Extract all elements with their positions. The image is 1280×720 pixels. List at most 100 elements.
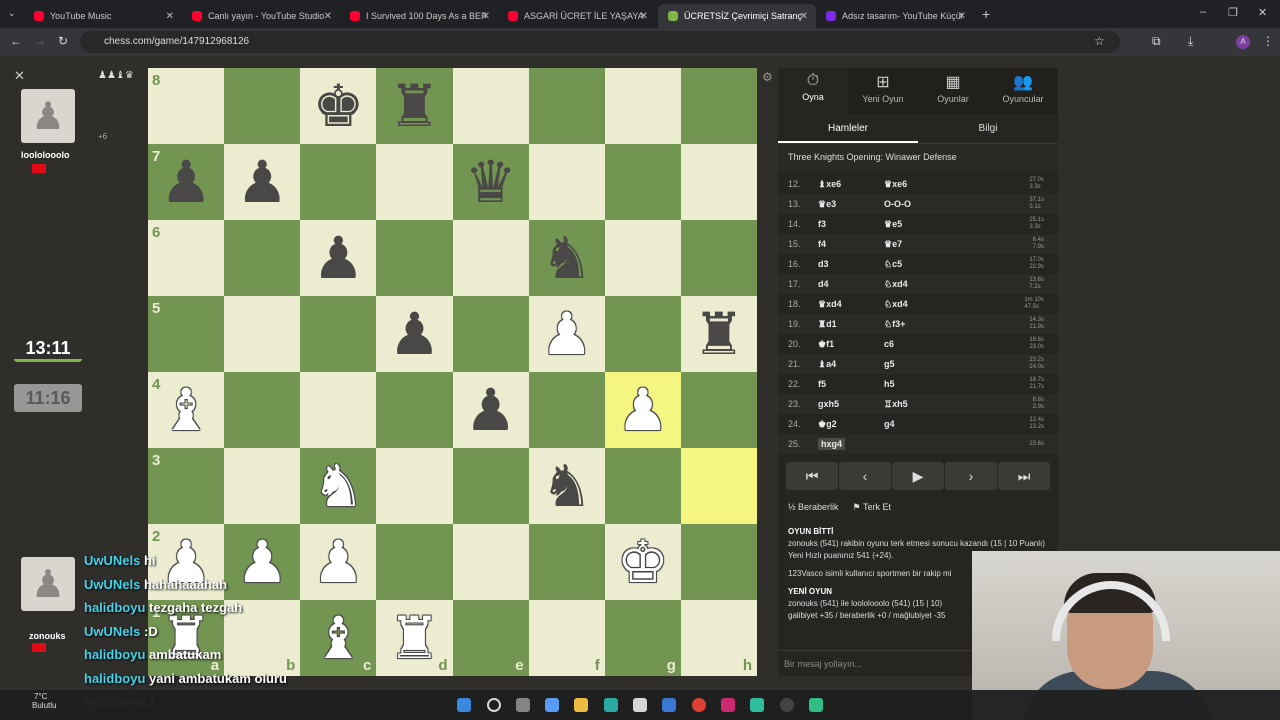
browser-tab[interactable]: YouTube Music ✕ bbox=[24, 4, 182, 28]
square-e1[interactable]: e bbox=[452, 600, 529, 676]
square-g5[interactable] bbox=[604, 296, 681, 372]
panel-tab[interactable]: 👥 Oyuncular bbox=[988, 68, 1058, 114]
square-c3[interactable]: ♞ bbox=[300, 448, 377, 524]
back-icon[interactable]: ← bbox=[10, 34, 22, 48]
square-b8[interactable] bbox=[224, 68, 301, 144]
square-d2[interactable] bbox=[376, 524, 453, 600]
white-move[interactable]: ♚g2 bbox=[818, 419, 884, 430]
square-f5[interactable]: ♟ bbox=[528, 296, 605, 372]
square-b7[interactable]: ♟ bbox=[224, 144, 301, 220]
browser-tab[interactable]: ÜCRETSİZ Çevrimiçi Satranç Oy ✕ bbox=[658, 4, 816, 28]
tab-moves[interactable]: Hamleler bbox=[778, 114, 918, 143]
instagram-icon[interactable] bbox=[721, 698, 735, 712]
tab-info[interactable]: Bilgi bbox=[918, 114, 1058, 143]
white-move[interactable]: d4 bbox=[818, 279, 884, 289]
black-move[interactable]: c6 bbox=[884, 339, 1004, 349]
square-a3[interactable]: 3 bbox=[148, 448, 225, 524]
white-pawn-icon[interactable]: ♟ bbox=[541, 305, 593, 363]
black-knight-icon[interactable]: ♞ bbox=[541, 457, 593, 515]
square-f8[interactable] bbox=[528, 68, 605, 144]
weather-widget[interactable]: 7°C Bulutlu bbox=[10, 692, 56, 710]
square-a4[interactable]: 4 ♝ bbox=[148, 372, 225, 448]
bottom-player-name[interactable]: zonouks bbox=[29, 631, 66, 641]
square-f6[interactable]: ♞ bbox=[528, 220, 605, 296]
close-tab-icon[interactable]: ✕ bbox=[800, 11, 808, 22]
white-knight-icon[interactable]: ♞ bbox=[312, 457, 364, 515]
resign-button[interactable]: ⚑ Terk Et bbox=[853, 502, 891, 513]
square-g4[interactable]: ♟ bbox=[604, 372, 681, 448]
square-g3[interactable] bbox=[604, 448, 681, 524]
maximize-icon[interactable]: ❐ bbox=[1228, 6, 1238, 19]
app-icon[interactable] bbox=[809, 698, 823, 712]
black-move[interactable]: ♖xh5 bbox=[884, 399, 1004, 410]
top-player-avatar[interactable]: ♟ bbox=[21, 89, 75, 143]
black-pawn-icon[interactable]: ♟ bbox=[312, 229, 364, 287]
forward-icon[interactable]: → bbox=[34, 34, 46, 48]
square-a8[interactable]: 8 bbox=[148, 68, 225, 144]
square-e3[interactable] bbox=[452, 448, 529, 524]
black-pawn-icon[interactable]: ♟ bbox=[388, 305, 440, 363]
first-move-button[interactable]: ⏮ bbox=[786, 462, 838, 490]
white-move[interactable]: ♜d1 bbox=[818, 319, 884, 330]
square-f2[interactable] bbox=[528, 524, 605, 600]
square-a5[interactable]: 5 bbox=[148, 296, 225, 372]
profile-avatar[interactable]: A bbox=[1236, 35, 1250, 49]
previous-move-button[interactable]: ‹ bbox=[839, 462, 891, 490]
square-b3[interactable] bbox=[224, 448, 301, 524]
extensions-icon[interactable]: ⧉ bbox=[1152, 34, 1161, 49]
white-move[interactable]: ♛e3 bbox=[818, 199, 884, 210]
black-pawn-icon[interactable]: ♟ bbox=[160, 153, 212, 211]
black-move[interactable]: O-O-O bbox=[884, 199, 1004, 209]
black-knight-icon[interactable]: ♞ bbox=[541, 229, 593, 287]
black-move[interactable]: ♛e5 bbox=[884, 219, 1004, 230]
store-icon[interactable] bbox=[633, 698, 647, 712]
white-move[interactable]: ♚f1 bbox=[818, 339, 884, 350]
new-tab-button[interactable]: + bbox=[982, 6, 990, 22]
close-icon[interactable]: ✕ bbox=[14, 68, 25, 84]
square-e4[interactable]: ♟ bbox=[452, 372, 529, 448]
black-pawn-icon[interactable]: ♟ bbox=[465, 381, 517, 439]
reload-icon[interactable]: ↻ bbox=[58, 34, 68, 48]
tab-search-icon[interactable]: ⌄ bbox=[8, 8, 16, 19]
square-g6[interactable] bbox=[604, 220, 681, 296]
task-view-icon[interactable] bbox=[516, 698, 530, 712]
board-settings-gear-icon[interactable]: ⚙ bbox=[762, 70, 773, 84]
square-h4[interactable] bbox=[680, 372, 757, 448]
mail-icon[interactable] bbox=[662, 698, 676, 712]
square-h6[interactable] bbox=[680, 220, 757, 296]
square-d5[interactable]: ♟ bbox=[376, 296, 453, 372]
white-move[interactable]: f5 bbox=[818, 379, 884, 389]
square-c5[interactable] bbox=[300, 296, 377, 372]
panel-tab[interactable]: ⏱ Oyna bbox=[778, 68, 848, 114]
square-g2[interactable]: ♚ bbox=[604, 524, 681, 600]
minimize-icon[interactable]: – bbox=[1200, 6, 1206, 18]
file-explorer-icon[interactable] bbox=[574, 698, 588, 712]
square-b6[interactable] bbox=[224, 220, 301, 296]
white-rook-icon[interactable]: ♜ bbox=[388, 609, 440, 667]
black-move[interactable]: ♘f3+ bbox=[884, 319, 1004, 330]
white-move[interactable]: hxg4 bbox=[818, 438, 846, 450]
white-move[interactable]: f3 bbox=[818, 219, 884, 229]
square-b5[interactable] bbox=[224, 296, 301, 372]
close-tab-icon[interactable]: ✕ bbox=[166, 11, 174, 22]
search-icon[interactable] bbox=[487, 698, 501, 712]
square-c6[interactable]: ♟ bbox=[300, 220, 377, 296]
black-rook-icon[interactable]: ♜ bbox=[388, 77, 440, 135]
square-d3[interactable] bbox=[376, 448, 453, 524]
bottom-player-avatar[interactable]: ♟ bbox=[21, 557, 75, 611]
black-pawn-icon[interactable]: ♟ bbox=[236, 153, 288, 211]
black-rook-icon[interactable]: ♜ bbox=[693, 305, 745, 363]
square-c8[interactable]: ♚ bbox=[300, 68, 377, 144]
square-d8[interactable]: ♜ bbox=[376, 68, 453, 144]
black-move[interactable]: ♘xd4 bbox=[884, 279, 1004, 290]
black-move[interactable]: ♛e7 bbox=[884, 239, 1004, 250]
edge-icon[interactable] bbox=[604, 698, 618, 712]
square-h2[interactable] bbox=[680, 524, 757, 600]
next-move-button[interactable]: › bbox=[945, 462, 997, 490]
square-d4[interactable] bbox=[376, 372, 453, 448]
menu-icon[interactable]: ⋮ bbox=[1262, 34, 1274, 48]
close-tab-icon[interactable]: ✕ bbox=[640, 11, 648, 22]
square-d7[interactable] bbox=[376, 144, 453, 220]
square-d1[interactable]: d ♜ bbox=[376, 600, 453, 676]
square-a6[interactable]: 6 bbox=[148, 220, 225, 296]
